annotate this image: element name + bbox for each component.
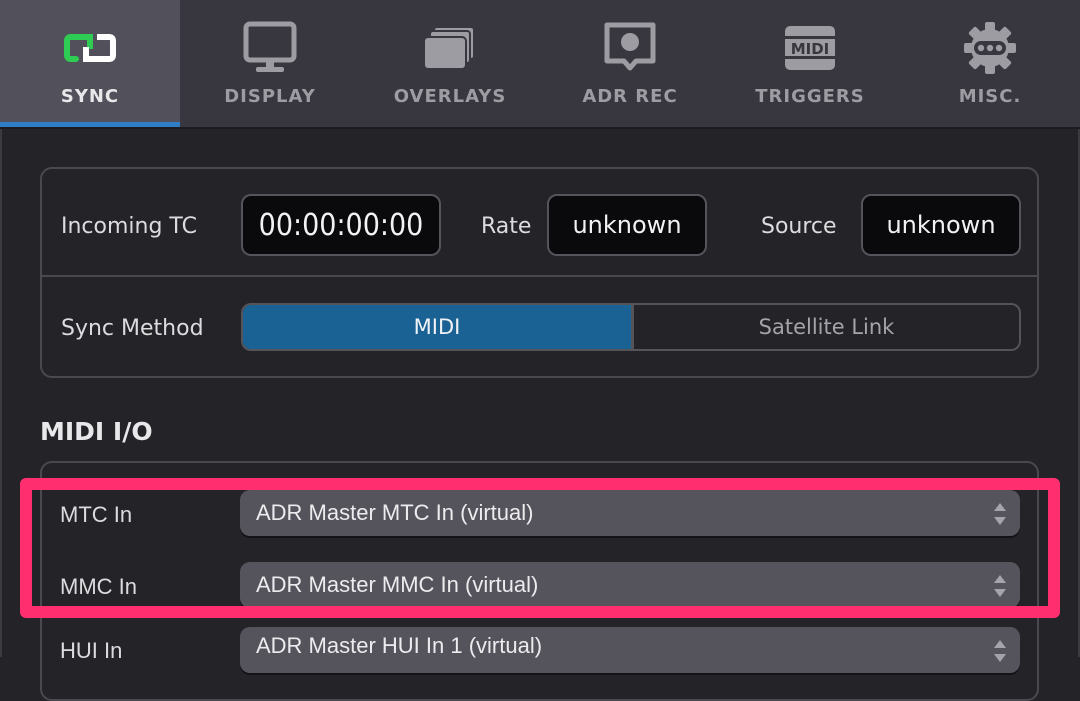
tab-bar-divider <box>0 127 1080 129</box>
sync-method-segmented-control: MIDI Satellite Link <box>241 303 1021 351</box>
hui-in-value: ADR Master HUI In 1 (virtual) <box>256 633 543 658</box>
mmc-in-label: MMC In <box>60 574 137 599</box>
source-readout: unknown <box>861 194 1021 256</box>
tab-label: OVERLAYS <box>393 86 507 107</box>
gear-dots-icon <box>960 20 1020 76</box>
svg-text:MIDI: MIDI <box>791 40 830 58</box>
tab-misc[interactable]: MISC. <box>900 0 1080 127</box>
up-down-arrows-icon <box>994 503 1006 525</box>
midi-io-heading: MIDI I/O <box>40 417 153 446</box>
tab-label: SYNC <box>60 86 120 107</box>
tab-adr-rec[interactable]: ADR REC <box>540 0 720 127</box>
window-edge <box>0 129 2 657</box>
incoming-tc-label: Incoming TC <box>61 214 197 239</box>
sync-method-label: Sync Method <box>61 316 204 341</box>
hui-in-label: HUI In <box>60 638 123 663</box>
tab-label: DISPLAY <box>224 86 316 107</box>
sync-link-icon <box>60 20 120 76</box>
mmc-in-select[interactable]: ADR Master MMC In (virtual) <box>240 562 1020 608</box>
tab-label: TRIGGERS <box>755 86 865 107</box>
sync-method-satellite-link-option[interactable]: Satellite Link <box>634 305 1019 349</box>
mtc-in-label: MTC In <box>60 502 133 527</box>
up-down-arrows-icon <box>994 640 1006 662</box>
hui-in-select[interactable]: ADR Master HUI In 1 (virtual) <box>240 627 1020 673</box>
row-divider <box>42 275 1037 277</box>
up-down-arrows-icon <box>994 575 1006 597</box>
sync-status-panel: Incoming TC 00:00:00:00 Rate unknown Sou… <box>40 167 1039 378</box>
monitor-icon <box>240 20 300 76</box>
rate-label: Rate <box>481 214 532 239</box>
tab-overlays[interactable]: OVERLAYS <box>360 0 540 127</box>
mtc-in-value: ADR Master MTC In (virtual) <box>256 500 534 525</box>
sync-method-midi-option[interactable]: MIDI <box>243 305 634 349</box>
tab-bar: SYNC DISPLAY OVERLAYS ADR REC MIDI TRIGG… <box>0 0 1080 127</box>
midi-icon: MIDI <box>780 20 840 76</box>
layers-icon <box>420 20 480 76</box>
mmc-in-value: ADR Master MMC In (virtual) <box>256 572 539 597</box>
mtc-in-select[interactable]: ADR Master MTC In (virtual) <box>240 490 1020 536</box>
source-label: Source <box>761 214 837 239</box>
tab-sync[interactable]: SYNC <box>0 0 180 127</box>
tab-label: ADR REC <box>582 86 678 107</box>
tab-display[interactable]: DISPLAY <box>180 0 360 127</box>
rate-readout: unknown <box>547 194 707 256</box>
record-pin-icon <box>600 20 660 76</box>
incoming-tc-readout: 00:00:00:00 <box>241 194 441 256</box>
tab-triggers[interactable]: MIDI TRIGGERS <box>720 0 900 127</box>
tab-label: MISC. <box>958 86 1022 107</box>
